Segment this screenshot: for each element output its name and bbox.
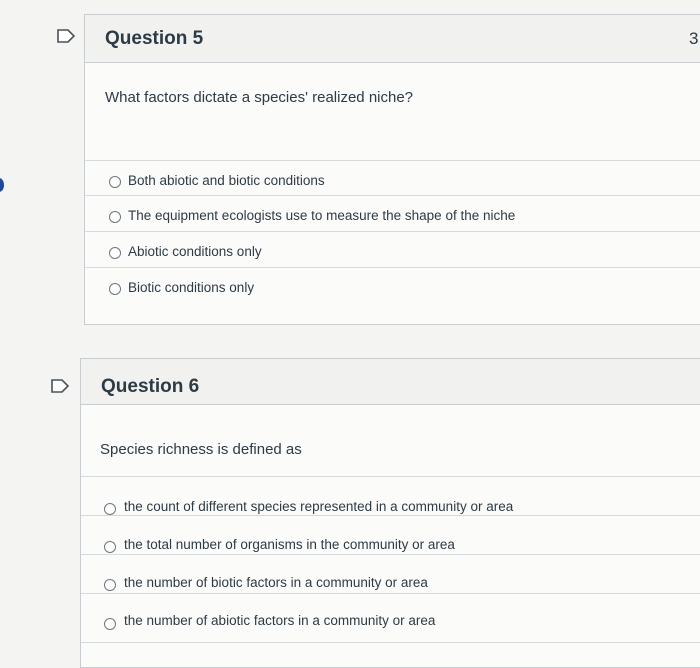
answer-option[interactable]: the count of different species represent… [81,476,700,515]
answer-label: The equipment ecologists use to measure … [128,208,516,223]
answer-option[interactable]: the number of biotic factors in a commun… [81,554,700,591]
answer-label: the number of abiotic factors in a commu… [124,613,436,628]
answer-option[interactable]: the total number of organisms in the com… [81,515,700,553]
radio-unselected-icon[interactable] [104,541,116,553]
answer-option[interactable]: the number of abiotic factors in a commu… [81,593,700,630]
radio-unselected-icon[interactable] [109,247,121,259]
flag-question-6-icon[interactable] [50,378,70,394]
radio-unselected-icon[interactable] [104,579,116,591]
question-5-header: Question 5 3 [85,15,700,63]
question-6-card: Question 6 Species richness is defined a… [80,358,700,668]
question-6-title: Question 6 [101,376,200,397]
flag-question-5-icon[interactable] [56,28,76,44]
answer-label: the count of different species represent… [124,499,514,514]
divider [81,642,700,643]
question-6-header: Question 6 [81,359,700,405]
answer-option[interactable]: The equipment ecologists use to measure … [85,195,700,231]
question-5-card: Question 5 3 What factors dictate a spec… [84,14,700,325]
radio-unselected-icon[interactable] [109,283,121,295]
radio-unselected-icon[interactable] [109,211,121,223]
answer-option[interactable]: Both abiotic and biotic conditions [85,160,700,196]
answer-label: Biotic conditions only [128,280,255,295]
answer-option[interactable]: Abiotic conditions only [85,231,700,267]
answer-label: the number of biotic factors in a commun… [124,575,428,590]
radio-unselected-icon[interactable] [104,618,116,630]
answer-option[interactable]: Biotic conditions only [85,267,700,303]
question-6-prompt: Species richness is defined as [100,441,302,458]
question-5-points: 3 [689,29,699,48]
answer-label: Abiotic conditions only [128,244,262,259]
answer-label: the total number of organisms in the com… [124,537,455,552]
question-5-prompt: What factors dictate a species' realized… [105,89,414,106]
focus-indicator [0,178,4,192]
radio-unselected-icon[interactable] [109,176,121,188]
question-5-title: Question 5 [105,28,204,49]
answer-label: Both abiotic and biotic conditions [128,173,325,188]
radio-unselected-icon[interactable] [104,503,116,515]
